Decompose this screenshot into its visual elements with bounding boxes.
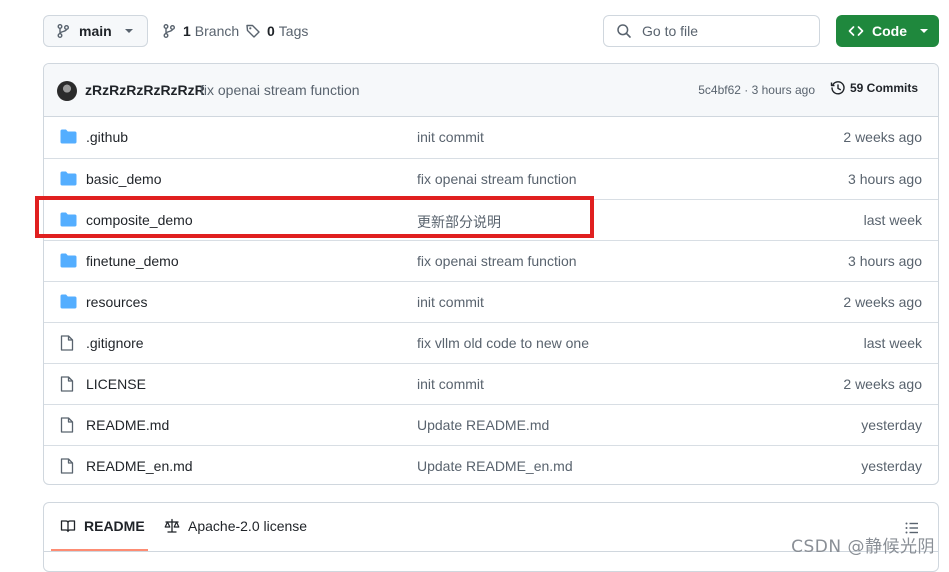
commit-count: 59 Commits [849,81,918,95]
table-row[interactable]: finetune_demo fix openai stream function 3… [44,240,938,281]
code-button-label: Code [872,23,907,39]
license-label: Apache-2.0 license [188,518,308,534]
file-name-link[interactable]: basic_demo [86,171,162,187]
file-icon [60,376,74,392]
highlight-annotation-box [35,196,594,238]
commit-time: 2 weeks ago [843,294,922,310]
watermark-text: CSDN @静候光阴 [791,537,935,557]
file-table: zRzRzRzRzRzRzR fix openai stream functio… [43,63,939,485]
tab-license[interactable]: Apache-2.0 license [164,518,307,534]
git-branch-icon [163,24,175,38]
chevron-down-icon [920,29,928,33]
commit-message-link[interactable]: fix openai stream function [417,171,577,187]
commit-message-link[interactable]: Update README.md [417,417,549,433]
table-row[interactable]: .github init commit 2 weeks ago [44,117,938,158]
table-row[interactable]: README.md Update README.md yesterday [44,404,938,445]
commit-author[interactable]: zRzRzRzRzRzRzR [85,82,205,98]
branch-count: 1 [183,23,191,39]
tab-readme[interactable]: README [51,503,148,551]
law-icon [164,518,180,533]
commit-message-link[interactable]: fix vllm old code to new one [417,335,589,351]
file-icon [60,417,74,433]
commit-message-link[interactable]: fix openai stream function [417,253,577,269]
code-button[interactable]: Code [836,15,939,47]
file-name-link[interactable]: .gitignore [86,335,144,351]
commits-history-link[interactable]: 59 Commits [830,80,918,96]
folder-icon [60,294,77,309]
commit-time: yesterday [861,417,922,433]
branches-link[interactable]: 1 Branch [161,15,239,47]
file-icon [60,335,74,351]
commit-time: 2 weeks ago [843,376,922,392]
commit-time: 3 hours ago [848,253,922,269]
file-name-link[interactable]: README_en.md [86,458,193,474]
file-name-link[interactable]: finetune_demo [86,253,179,269]
commit-time: yesterday [861,458,922,474]
table-row[interactable]: README_en.md Update README_en.md yesterday [44,445,938,484]
file-name-link[interactable]: README.md [86,417,169,433]
folder-icon [60,253,77,268]
file-name-link[interactable]: LICENSE [86,376,146,392]
commit-sha-time[interactable]: 5c4bf62 · 3 hours ago [698,83,815,97]
go-to-file-search[interactable] [603,15,820,47]
search-input[interactable] [640,22,804,40]
book-icon [60,520,76,533]
file-icon [60,458,74,474]
commit-time: 3 hours ago [848,171,922,187]
history-icon [830,81,845,95]
branch-name: main [79,23,112,39]
file-name-link[interactable]: .github [86,129,128,145]
tag-count: 0 [267,23,275,39]
folder-icon [60,171,77,186]
folder-icon [60,129,77,144]
table-row[interactable]: resources init commit 2 weeks ago [44,281,938,322]
branch-label: Branch [194,23,240,39]
chevron-down-icon [124,29,133,33]
tab-readme-label: README [84,518,145,534]
commit-message[interactable]: fix openai stream function [200,82,360,98]
tags-link[interactable]: 0 Tags [245,15,308,47]
latest-commit-bar: zRzRzRzRzRzRzR fix openai stream functio… [44,64,938,117]
commit-message-link[interactable]: init commit [417,294,484,310]
table-row[interactable]: LICENSE init commit 2 weeks ago [44,363,938,404]
file-name-link[interactable]: resources [86,294,147,310]
tag-icon [246,24,260,38]
search-icon [617,24,631,38]
table-row[interactable]: basic_demo fix openai stream function 3 ho… [44,158,938,199]
avatar[interactable] [57,81,77,101]
code-icon [848,26,864,36]
commit-time: last week [863,212,922,228]
commit-time: last week [863,335,922,351]
git-branch-icon [57,24,69,38]
commit-time: 2 weeks ago [843,129,922,145]
tag-label: Tags [278,23,309,39]
commit-message-link[interactable]: Update README_en.md [417,458,573,474]
table-row[interactable]: .gitignore fix vllm old code to new one la… [44,322,938,363]
commit-message-link[interactable]: init commit [417,376,484,392]
commit-message-link[interactable]: init commit [417,129,484,145]
branch-selector[interactable]: main [43,15,148,47]
